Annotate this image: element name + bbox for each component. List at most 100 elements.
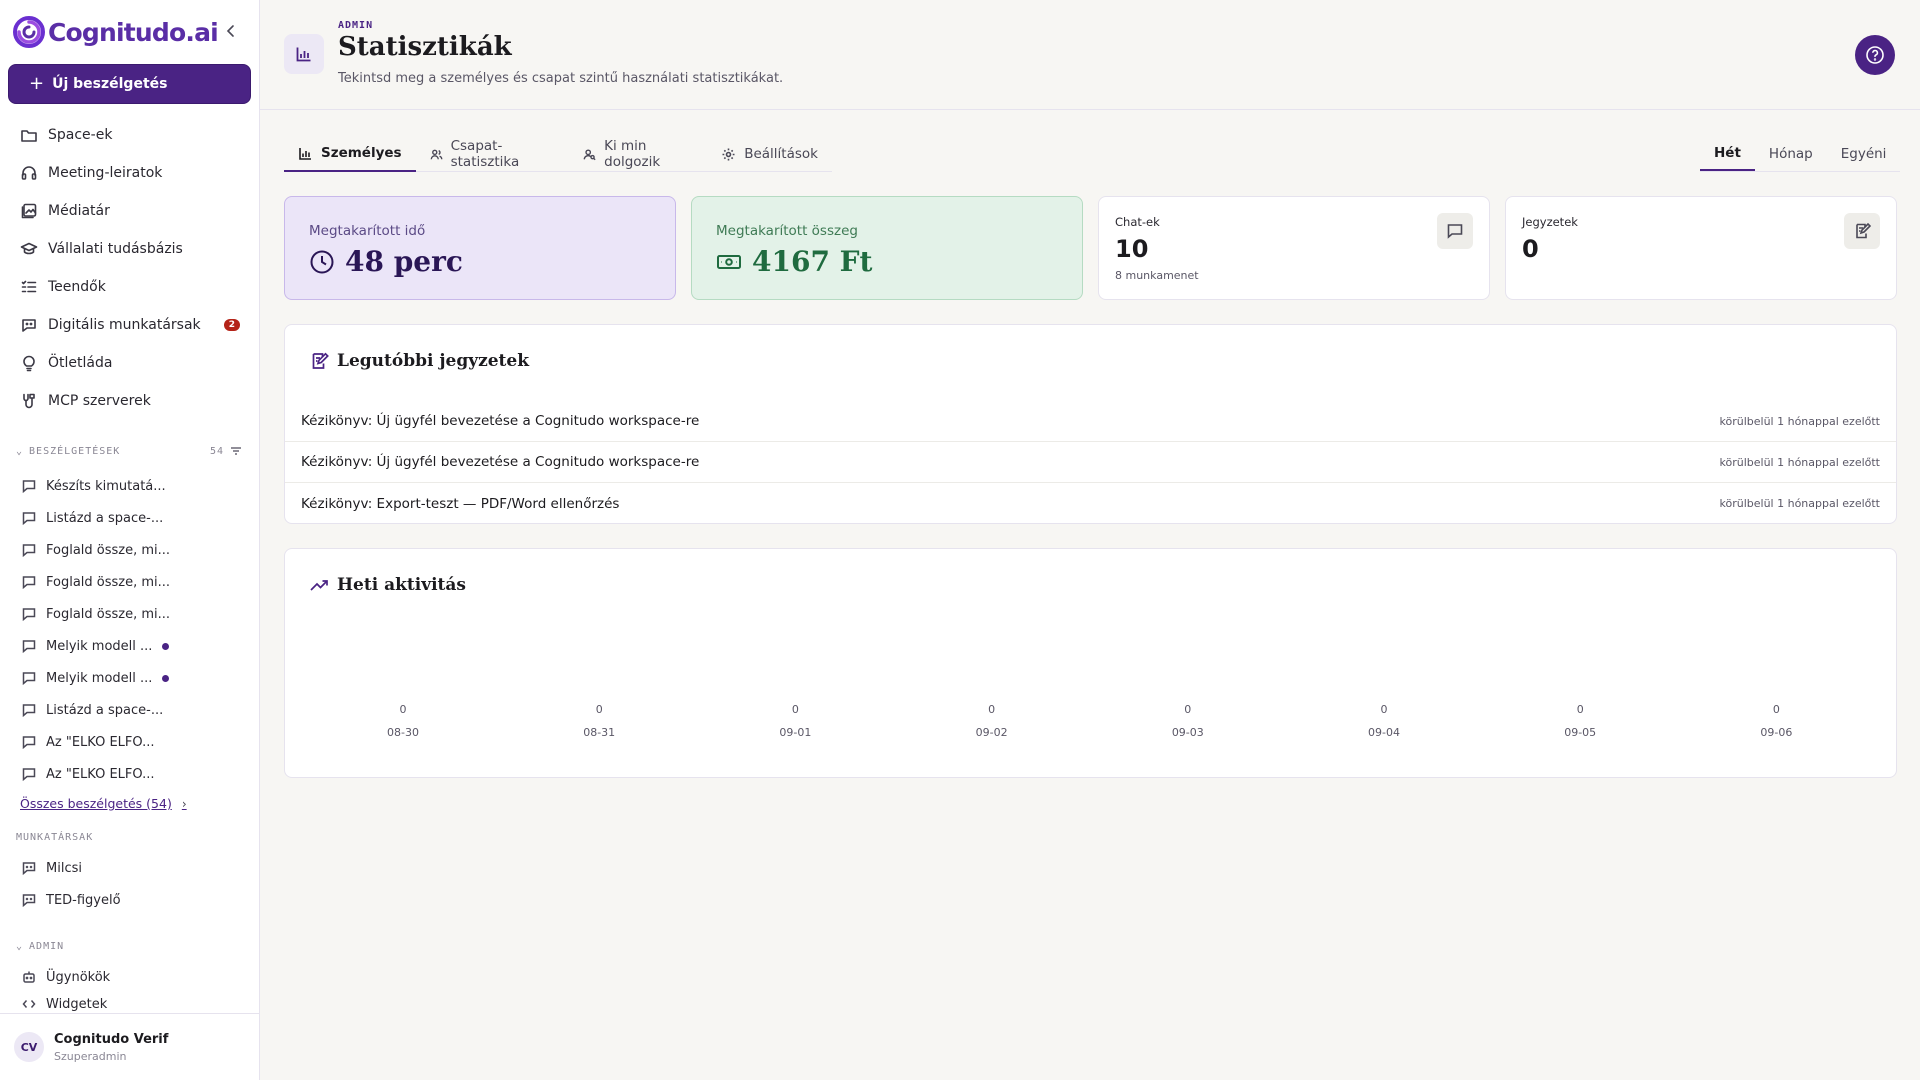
conversation-item[interactable]: Melyik modell ... <box>8 662 252 694</box>
nav-item-spaces[interactable]: Space-ek <box>8 116 252 154</box>
note-row[interactable]: Kézikönyv: Új ügyfél bevezetése a Cognit… <box>285 442 1896 483</box>
tab-team-stats[interactable]: Csapat-statisztika <box>416 136 570 172</box>
chat-bubble-icon <box>22 736 36 749</box>
note-title: Kézikönyv: Export-teszt — PDF/Word ellen… <box>301 495 620 512</box>
sessions-count: 8 munkamenet <box>1115 269 1199 282</box>
chevron-down-icon: ⌄ <box>16 445 24 457</box>
admin-section-header[interactable]: ⌄ ADMIN <box>16 941 242 952</box>
unread-dot <box>162 642 170 650</box>
tab-settings[interactable]: Beállítások <box>707 136 832 172</box>
help-button[interactable] <box>1855 35 1895 75</box>
tab-label: Beállítások <box>744 146 818 162</box>
collapse-sidebar-icon[interactable] <box>222 22 240 40</box>
chevron-down-icon: ⌄ <box>16 941 24 952</box>
recent-notes-panel: Legutóbbi jegyzetek Kézikönyv: Új ügyfél… <box>284 324 1897 524</box>
bot-chat-icon <box>22 862 36 875</box>
headset-icon <box>21 166 37 180</box>
coworker-item[interactable]: TED-figyelő <box>8 884 252 916</box>
note-time: körülbelül 1 hónappal ezelőtt <box>1719 414 1880 428</box>
tab-label: Ki min dolgozik <box>604 138 661 170</box>
conversation-item[interactable]: Foglald össze, mi... <box>8 598 252 630</box>
conversation-item[interactable]: Foglald össze, mi... <box>8 534 252 566</box>
nav-item-todos[interactable]: Teendők <box>8 268 252 306</box>
saved-money-card: Megtakarított összeg 4167 Ft <box>691 196 1083 300</box>
chart-data-label: 0 <box>595 703 603 716</box>
tab-label: Személyes <box>321 145 402 161</box>
period-custom[interactable]: Egyéni <box>1827 136 1901 171</box>
tab-personal[interactable]: Személyes <box>284 136 416 172</box>
nav-label: Vállalati tudásbázis <box>48 241 183 257</box>
admin-item-agents[interactable]: Ügynökök <box>8 961 252 993</box>
page-header: ADMIN Statisztikák Tekintsd meg a személ… <box>260 0 1920 110</box>
card-value: 48 perc <box>309 245 463 278</box>
nav-item-meetings[interactable]: Meeting-leiratok <box>8 154 252 192</box>
conversation-item[interactable]: Foglald össze, mi... <box>8 566 252 598</box>
conversation-item[interactable]: Az "ELKO ELFO... <box>8 758 252 790</box>
chart-tick-label: 09-06 <box>1760 726 1793 739</box>
conversation-item[interactable]: Melyik modell ... <box>8 630 252 662</box>
brand-logo[interactable]: Cognitudo.ai <box>12 14 219 50</box>
avatar: CV <box>14 1032 44 1062</box>
banknote-icon <box>717 254 741 269</box>
note-row[interactable]: Kézikönyv: Export-teszt — PDF/Word ellen… <box>285 483 1896 524</box>
nav-item-knowledge-base[interactable]: Vállalati tudásbázis <box>8 230 252 268</box>
notes-value: 0 <box>1522 235 1539 263</box>
chat-bubble-icon <box>22 544 36 557</box>
conversation-item[interactable]: Készíts kimutatá... <box>8 470 252 502</box>
filter-icon[interactable] <box>230 445 242 457</box>
user-role: Szuperadmin <box>54 1049 127 1063</box>
coworkers-section-header: MUNKATÁRSAK <box>16 832 242 843</box>
conversation-label: Az "ELKO ELFO... <box>46 766 155 782</box>
chat-bubble-icon <box>22 480 36 493</box>
admin-tag: ADMIN <box>338 20 374 31</box>
chat-bubble-icon <box>22 608 36 621</box>
notes-card: Jegyzetek 0 <box>1505 196 1897 300</box>
conversation-item[interactable]: Listázd a space-... <box>8 502 252 534</box>
graduation-cap-icon <box>20 242 38 255</box>
unread-dot <box>162 674 170 682</box>
nav-item-mcp-servers[interactable]: MCP szerverek <box>8 382 252 420</box>
card-label: Megtakarított összeg <box>716 223 858 239</box>
nav-label: Ötletláda <box>48 355 113 371</box>
user-profile[interactable]: CV Cognitudo Verif Szuperadmin <box>0 1013 259 1080</box>
period-selector: Hét Hónap Egyéni <box>1700 136 1901 172</box>
new-chat-button[interactable]: + Új beszélgetés <box>8 64 251 104</box>
conversations-section-header[interactable]: ⌄ BESZÉLGETÉSEK 54 <box>16 445 242 457</box>
activity-title: Heti aktivitás <box>337 575 466 595</box>
conversation-item[interactable]: Listázd a space-... <box>8 694 252 726</box>
nav-item-media[interactable]: Médiatár <box>8 192 252 230</box>
notes-list: Kézikönyv: Új ügyfél bevezetése a Cognit… <box>285 401 1896 524</box>
user-name: Cognitudo Verif <box>54 1031 169 1047</box>
coworker-item[interactable]: Milcsi <box>8 852 252 884</box>
chart-data-label: 0 <box>988 703 996 716</box>
chart-tick-label: 09-02 <box>975 726 1008 739</box>
stats-tabs: Személyes Csapat-statisztika Ki min dolg… <box>284 136 832 172</box>
bot-chat-icon <box>22 894 36 907</box>
conversation-item[interactable]: Az "ELKO ELFO... <box>8 726 252 758</box>
all-conversations-link[interactable]: Összes beszélgetés (54) › <box>20 796 187 811</box>
admin-item-widgets[interactable]: Widgetek <box>8 993 252 1015</box>
nav-item-digital-coworkers[interactable]: Digitális munkatársak 2 <box>8 306 252 344</box>
chart-tick-label: 09-05 <box>1564 726 1597 739</box>
tab-who-works-on-what[interactable]: Ki min dolgozik <box>569 136 707 172</box>
note-title: Kézikönyv: Új ügyfél bevezetése a Cognit… <box>301 413 700 429</box>
trending-up-icon <box>310 580 328 591</box>
period-month[interactable]: Hónap <box>1755 136 1827 171</box>
chart-data-label: 0 <box>791 703 799 716</box>
conversation-label: Melyik modell ... <box>46 670 153 686</box>
saved-time-card: Megtakarított idő 48 perc <box>284 196 676 300</box>
weekly-activity-chart: 0 08-30 0 08-31 0 09-01 0 09-02 0 09-03 0 09-04 0 09-… <box>285 629 1898 769</box>
tab-label: Csapat-statisztika <box>450 138 520 170</box>
note-row[interactable]: Kézikönyv: Új ügyfél bevezetése a Cognit… <box>285 401 1896 442</box>
sidebar: Cognitudo.ai + Új beszélgetés Space-ek M… <box>0 0 260 1080</box>
period-week[interactable]: Hét <box>1700 136 1755 171</box>
nav-label: Digitális munkatársak <box>48 317 201 333</box>
coworker-label: TED-figyelő <box>46 892 121 908</box>
page-subtitle: Tekintsd meg a személyes és csapat szint… <box>338 71 784 86</box>
conversation-list: Készíts kimutatá... Listázd a space-... … <box>8 470 252 790</box>
chart-data-label: 0 <box>1772 703 1780 716</box>
note-time: körülbelül 1 hónappal ezelőtt <box>1719 455 1880 469</box>
brand-name: Cognitudo.ai <box>48 17 219 47</box>
nav-item-ideas[interactable]: Ötletláda <box>8 344 252 382</box>
panel-title: Heti aktivitás <box>309 575 466 595</box>
